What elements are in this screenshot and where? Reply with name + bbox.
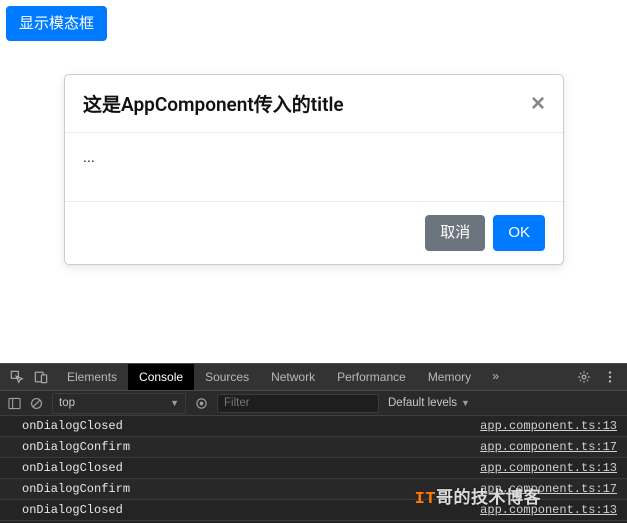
log-message: onDialogConfirm xyxy=(22,440,130,454)
tab-sources[interactable]: Sources xyxy=(194,364,260,390)
ok-button[interactable]: OK xyxy=(493,215,545,251)
more-options-icon[interactable] xyxy=(603,370,617,384)
log-row: onDialogClosed app.component.ts:13 xyxy=(0,458,627,479)
log-source-link[interactable]: app.component.ts:17 xyxy=(480,440,617,454)
settings-icon[interactable] xyxy=(577,370,591,384)
log-row: onDialogConfirm app.component.ts:17 xyxy=(0,479,627,500)
tab-console[interactable]: Console xyxy=(128,364,194,390)
log-row: onDialogConfirm app.component.ts:17 xyxy=(0,437,627,458)
log-levels-selector[interactable]: Default levels ▼ xyxy=(388,397,470,409)
devtools-tabs: Elements Console Sources Network Perform… xyxy=(56,364,482,390)
console-toolbar: top ▼ Default levels ▼ xyxy=(0,391,627,416)
log-source-link[interactable]: app.component.ts:13 xyxy=(480,461,617,475)
context-selector[interactable]: top ▼ xyxy=(52,393,186,414)
log-source-link[interactable]: app.component.ts:13 xyxy=(480,503,617,517)
devtools-left-icons xyxy=(0,364,56,390)
log-message: onDialogConfirm xyxy=(22,482,130,496)
modal-footer: 取消 OK xyxy=(65,201,563,264)
clear-console-icon[interactable] xyxy=(30,397,43,410)
devtools-tabbar: Elements Console Sources Network Perform… xyxy=(0,364,627,391)
show-modal-button[interactable]: 显示模态框 xyxy=(6,6,107,41)
modal-title: 这是AppComponent传入的title xyxy=(83,90,344,117)
close-icon: × xyxy=(531,90,545,117)
log-source-link[interactable]: app.component.ts:17 xyxy=(480,482,617,496)
devtools-panel: Elements Console Sources Network Perform… xyxy=(0,363,627,523)
log-message: onDialogClosed xyxy=(22,503,123,517)
log-row: onDialogClosed app.component.ts:13 xyxy=(0,416,627,437)
console-log-area: onDialogClosed app.component.ts:13 onDia… xyxy=(0,416,627,523)
modal-header: 这是AppComponent传入的title × xyxy=(65,75,563,133)
modal-body: ... xyxy=(65,133,563,201)
close-button[interactable]: × xyxy=(531,92,545,116)
tabs-overflow-button[interactable]: » xyxy=(482,364,509,390)
log-message: onDialogClosed xyxy=(22,419,123,433)
log-levels-label: Default levels xyxy=(388,397,457,409)
log-source-link[interactable]: app.component.ts:13 xyxy=(480,419,617,433)
cancel-button[interactable]: 取消 xyxy=(425,215,485,251)
app-root: 显示模态框 这是AppComponent传入的title × ... 取消 OK xyxy=(0,0,627,523)
devtools-tabbar-right xyxy=(577,364,627,390)
chevron-down-icon: ▼ xyxy=(170,398,179,408)
context-selector-value: top xyxy=(59,397,75,409)
console-sidebar-toggle-icon[interactable] xyxy=(8,397,21,410)
inspect-element-icon[interactable] xyxy=(10,370,24,384)
chevron-down-icon: ▼ xyxy=(461,398,470,408)
live-expression-icon[interactable] xyxy=(195,397,208,410)
log-message: onDialogClosed xyxy=(22,461,123,475)
tab-network[interactable]: Network xyxy=(260,364,326,390)
tab-memory[interactable]: Memory xyxy=(417,364,482,390)
modal-dialog: 这是AppComponent传入的title × ... 取消 OK xyxy=(64,74,564,265)
device-toolbar-icon[interactable] xyxy=(34,370,48,384)
log-row: onDialogClosed app.component.ts:13 xyxy=(0,500,627,521)
filter-input[interactable] xyxy=(217,394,379,413)
tab-performance[interactable]: Performance xyxy=(326,364,417,390)
tab-elements[interactable]: Elements xyxy=(56,364,128,390)
